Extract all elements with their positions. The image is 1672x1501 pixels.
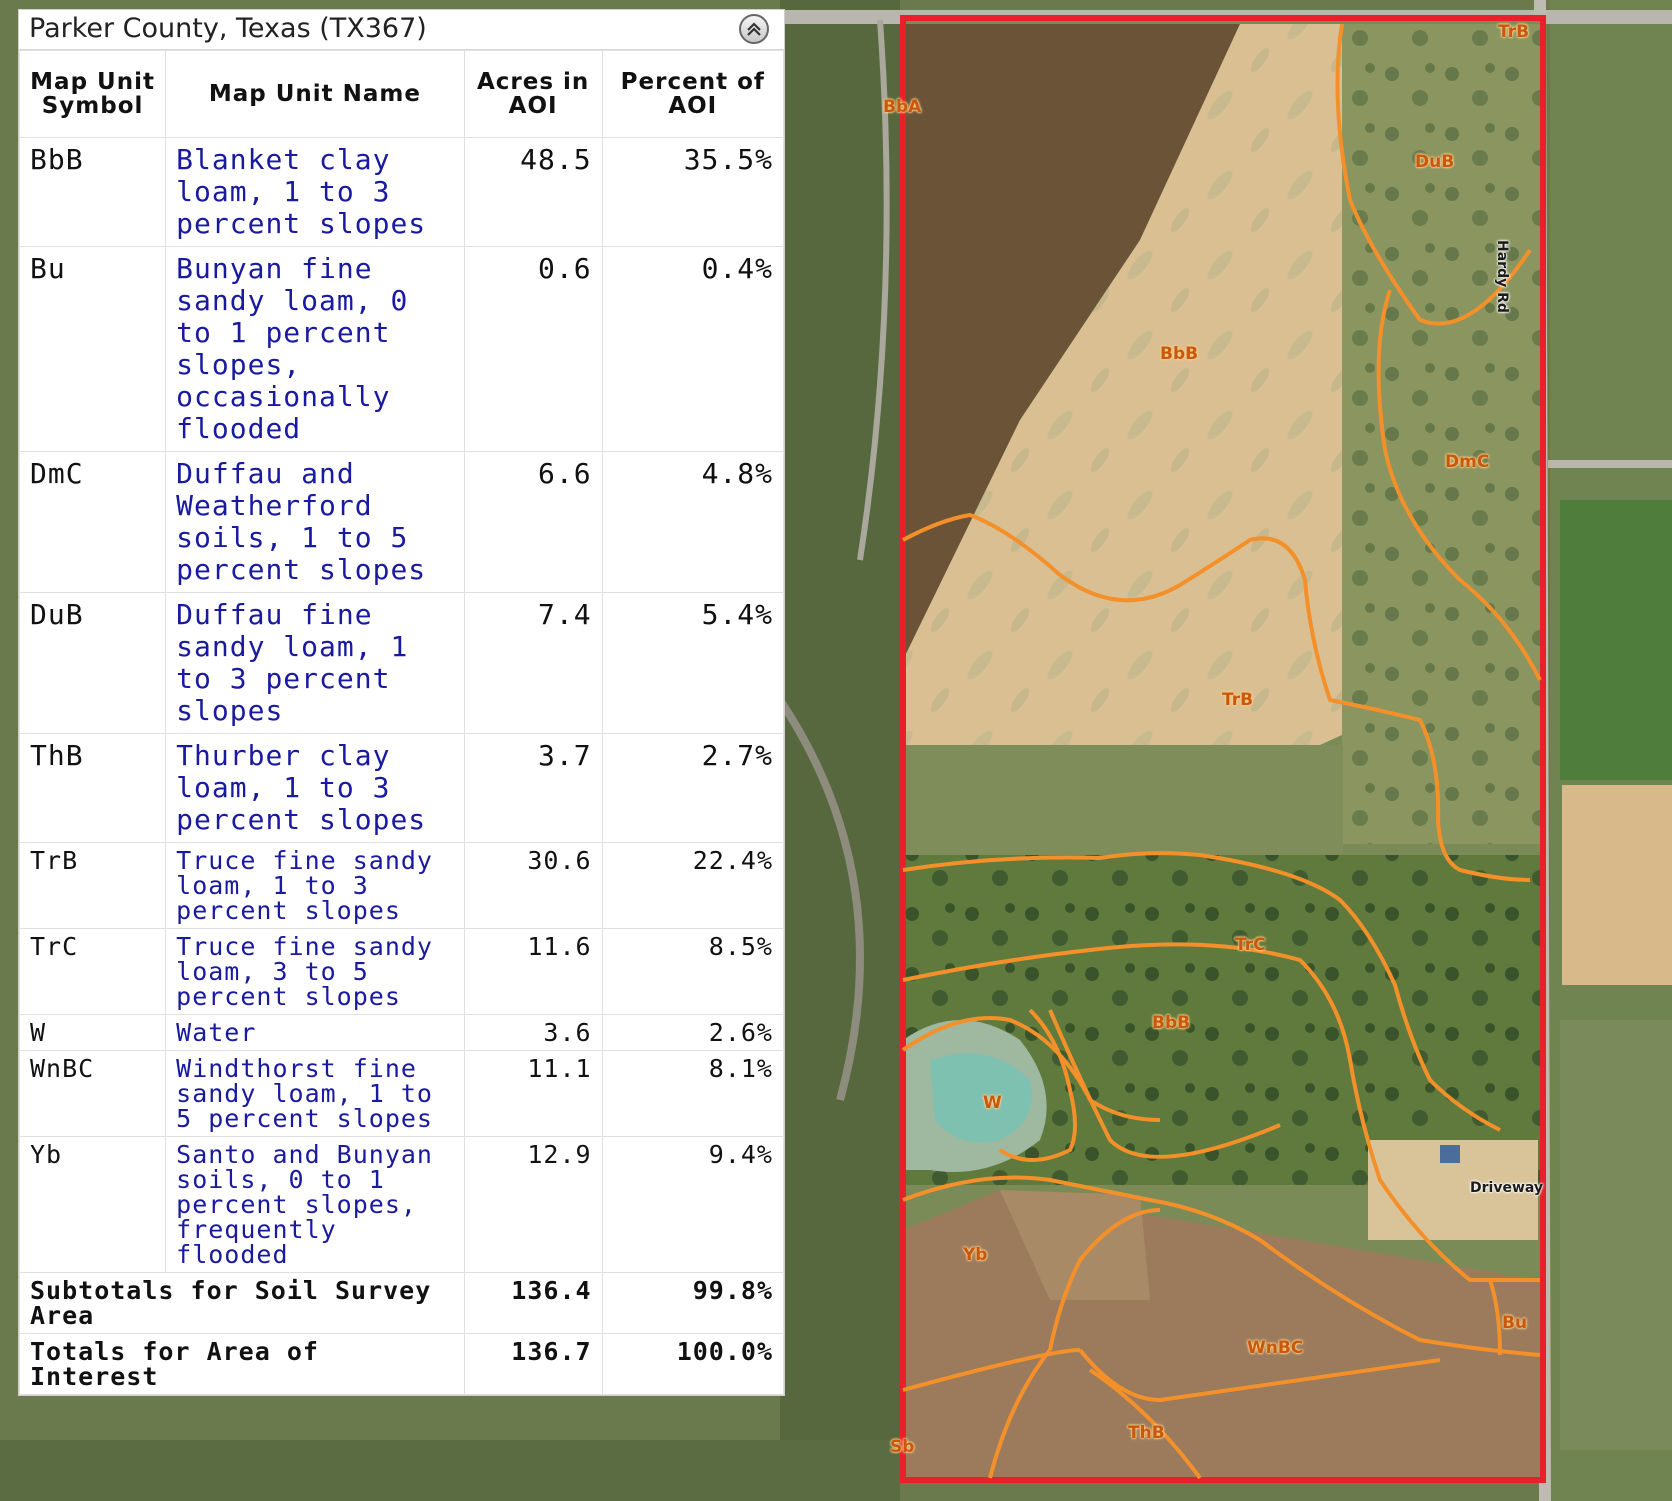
chevron-up-icon <box>747 22 761 36</box>
map-label-yb[interactable]: Yb <box>963 1245 987 1265</box>
row-acres: 30.6 <box>463 842 603 929</box>
row-percent: 8.1% <box>601 1050 785 1137</box>
table-row: W Water 3.6 2.6% <box>18 1014 785 1051</box>
row-name-link[interactable]: Truce fine sandy loam, 3 to 5 percent sl… <box>165 928 465 1015</box>
table-row: BbB Blanket clay loam, 1 to 3 percent slo… <box>18 137 785 247</box>
subtotal-row: Subtotals for Soil Survey Area 136.4 99.8% <box>19 1272 785 1334</box>
row-symbol: Yb <box>18 1136 167 1273</box>
map-label-sb[interactable]: Sb <box>890 1437 914 1457</box>
row-name-link[interactable]: Water <box>165 1014 465 1051</box>
row-percent: 2.6% <box>601 1014 785 1051</box>
header-percent: Percent of AOI <box>601 50 785 138</box>
row-percent: 4.8% <box>601 451 785 593</box>
row-percent: 2.7% <box>601 733 785 843</box>
map-label-bu[interactable]: Bu <box>1502 1313 1527 1333</box>
row-acres: 6.6 <box>463 451 603 593</box>
table-row: TrC Truce fine sandy loam, 3 to 5 percent… <box>18 928 785 1015</box>
header-name: Map Unit Name <box>165 50 465 138</box>
row-percent: 35.5% <box>601 137 785 247</box>
row-name-link[interactable]: Duffau and Weatherford soils, 1 to 5 per… <box>165 451 465 593</box>
table-row: DuB Duffau fine sandy loam, 1 to 3 percen… <box>18 592 785 734</box>
row-percent: 9.4% <box>601 1136 785 1273</box>
total-percent: 100.0% <box>601 1333 785 1395</box>
row-symbol: WnBC <box>18 1050 167 1137</box>
collapse-button[interactable] <box>739 14 769 44</box>
map-label-trb-mid[interactable]: TrB <box>1222 690 1253 710</box>
row-name-link[interactable]: Truce fine sandy loam, 1 to 3 percent sl… <box>165 842 465 929</box>
row-name-link[interactable]: Thurber clay loam, 1 to 3 percent slopes <box>165 733 465 843</box>
row-percent: 22.4% <box>601 842 785 929</box>
map-label-dmc[interactable]: DmC <box>1445 452 1489 472</box>
road-label-driveway: Driveway <box>1470 1180 1544 1196</box>
subtotal-acres: 136.4 <box>463 1272 603 1334</box>
table-row: Bu Bunyan fine sandy loam, 0 to 1 percent… <box>18 246 785 452</box>
total-label: Totals for Area of Interest <box>19 1333 465 1395</box>
row-symbol: BbB <box>18 137 167 247</box>
row-percent: 8.5% <box>601 928 785 1015</box>
table-row: DmC Duffau and Weatherford soils, 1 to 5 … <box>18 451 785 593</box>
map-label-bbb-top[interactable]: BbB <box>1160 344 1198 364</box>
soil-table: Map Unit Symbol Map Unit Name Acres in A… <box>18 50 785 1395</box>
row-name-link[interactable]: Windthorst fine sandy loam, 1 to 5 perce… <box>165 1050 465 1137</box>
panel-header: Parker County, Texas (TX367) <box>19 10 784 50</box>
panel-title: Parker County, Texas (TX367) <box>29 13 427 44</box>
total-acres: 136.7 <box>463 1333 603 1395</box>
row-percent: 5.4% <box>601 592 785 734</box>
row-name-link[interactable]: Santo and Bunyan soils, 0 to 1 percent s… <box>165 1136 465 1273</box>
header-symbol: Map Unit Symbol <box>18 50 167 138</box>
row-acres: 48.5 <box>463 137 603 247</box>
map-label-dub[interactable]: DuB <box>1415 152 1454 172</box>
row-acres: 0.6 <box>463 246 603 452</box>
row-symbol: Bu <box>18 246 167 452</box>
row-acres: 7.4 <box>463 592 603 734</box>
row-symbol: ThB <box>18 733 167 843</box>
map-label-bbb-low[interactable]: BbB <box>1152 1013 1190 1033</box>
row-name-link[interactable]: Blanket clay loam, 1 to 3 percent slopes <box>165 137 465 247</box>
row-name-link[interactable]: Bunyan fine sandy loam, 0 to 1 percent s… <box>165 246 465 452</box>
row-symbol: TrC <box>18 928 167 1015</box>
total-row: Totals for Area of Interest 136.7 100.0% <box>19 1333 785 1395</box>
row-percent: 0.4% <box>601 246 785 452</box>
map-label-wnbc[interactable]: WnBC <box>1247 1338 1303 1358</box>
subtotal-label: Subtotals for Soil Survey Area <box>19 1272 465 1334</box>
table-row: Yb Santo and Bunyan soils, 0 to 1 percent… <box>18 1136 785 1273</box>
row-symbol: DmC <box>18 451 167 593</box>
table-row: TrB Truce fine sandy loam, 1 to 3 percent… <box>18 842 785 929</box>
row-symbol: TrB <box>18 842 167 929</box>
table-row: WnBC Windthorst fine sandy loam, 1 to 5 p… <box>18 1050 785 1137</box>
row-symbol: W <box>18 1014 167 1051</box>
row-symbol: DuB <box>18 592 167 734</box>
header-acres: Acres in AOI <box>463 50 603 138</box>
map-label-trc[interactable]: TrC <box>1235 935 1266 955</box>
row-acres: 12.9 <box>463 1136 603 1273</box>
subtotal-percent: 99.8% <box>601 1272 785 1334</box>
table-row: ThB Thurber clay loam, 1 to 3 percent slo… <box>18 733 785 843</box>
map-label-thb[interactable]: ThB <box>1128 1423 1165 1443</box>
map-label-trb-top[interactable]: TrB <box>1498 22 1529 42</box>
table-header-row: Map Unit Symbol Map Unit Name Acres in A… <box>18 50 785 138</box>
map-label-w[interactable]: W <box>983 1093 1002 1113</box>
row-acres: 11.1 <box>463 1050 603 1137</box>
row-acres: 3.7 <box>463 733 603 843</box>
soil-map-unit-panel: Parker County, Texas (TX367) Map Unit Sy… <box>18 10 785 1395</box>
row-acres: 11.6 <box>463 928 603 1015</box>
road-label-hardy: Hardy Rd <box>1494 240 1510 313</box>
row-acres: 3.6 <box>463 1014 603 1051</box>
map-label-bba[interactable]: BbA <box>883 97 921 117</box>
row-name-link[interactable]: Duffau fine sandy loam, 1 to 3 percent s… <box>165 592 465 734</box>
